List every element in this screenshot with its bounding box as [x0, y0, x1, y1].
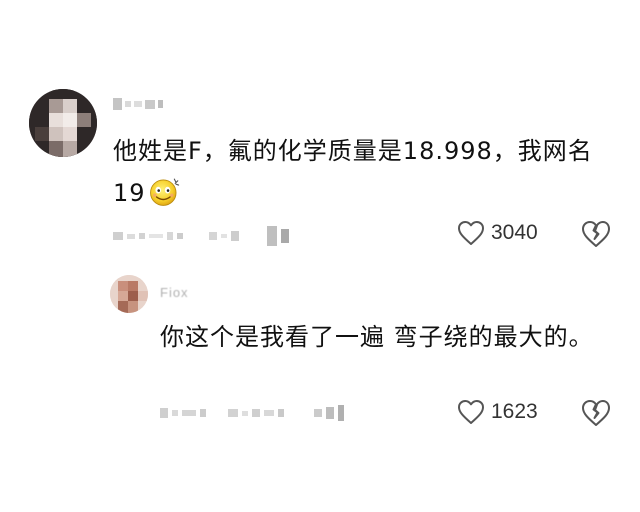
like-button[interactable]: 3040 [457, 220, 538, 246]
reply-avatar[interactable] [110, 275, 148, 313]
comment-body: 他姓是F，氟的化学质量是18.998，我网名19 [113, 137, 593, 207]
broken-heart-icon[interactable] [581, 399, 611, 427]
smiling-face-emoji-icon [149, 178, 179, 206]
heart-outline-icon [458, 400, 484, 424]
comment-meta-blurred [113, 225, 289, 247]
reply-meta-blurred [160, 402, 344, 424]
comment-thread: 他姓是F，氟的化学质量是18.998，我网名19 3040 Fiox 你这个是我… [0, 0, 640, 512]
username-blurred[interactable] [113, 98, 163, 110]
comment-text: 他姓是F，氟的化学质量是18.998，我网名19 [113, 130, 623, 214]
like-count: 3040 [491, 221, 538, 244]
broken-heart-icon[interactable] [581, 220, 611, 248]
reply-username[interactable]: Fiox [160, 285, 189, 300]
reply-like-count: 1623 [491, 400, 538, 423]
reply-like-button[interactable]: 1623 [457, 399, 538, 425]
avatar[interactable] [29, 89, 97, 157]
heart-outline-icon [458, 221, 484, 245]
reply-text: 你这个是我看了一遍 弯子绕的最大的。 [160, 323, 594, 351]
